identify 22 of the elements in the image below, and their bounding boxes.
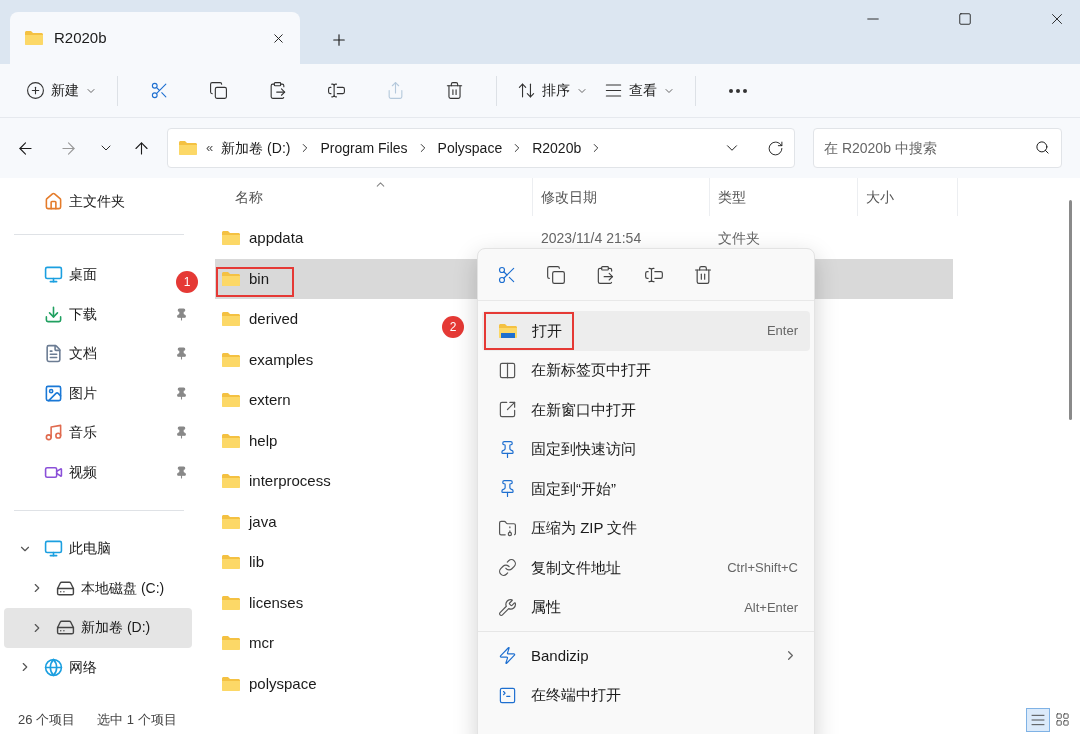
annotation-badge: 1 [176, 271, 198, 293]
file-name: extern [249, 390, 291, 410]
file-name: examples [249, 349, 314, 370]
file-name: java [249, 511, 277, 532]
file-name: lib [249, 552, 264, 572]
file-name: bin [249, 268, 270, 289]
shortcut-text: Ctrl+Shift+C [727, 559, 798, 577]
shortcut-text: Alt+Enter [744, 598, 798, 617]
selection-count: 选中 1 个项目 [97, 710, 177, 729]
annotation-badge: 2 [442, 316, 464, 338]
shortcut-text: Enter [766, 322, 798, 340]
file-name: licenses [249, 592, 304, 613]
file-name: interprocess [249, 471, 331, 491]
file-name: mcr [249, 633, 274, 653]
date-cell-text: 2023/11/4 21:54 [540, 228, 643, 248]
type-cell-text: 文件夹 [717, 228, 761, 248]
file-name: derived [249, 309, 299, 329]
file-name: help [249, 430, 278, 451]
file-name: polyspace [249, 673, 317, 694]
file-name: appdata [249, 228, 304, 248]
item-count: 26 个项目 [18, 710, 76, 729]
tab-title: R2020b [54, 27, 108, 48]
